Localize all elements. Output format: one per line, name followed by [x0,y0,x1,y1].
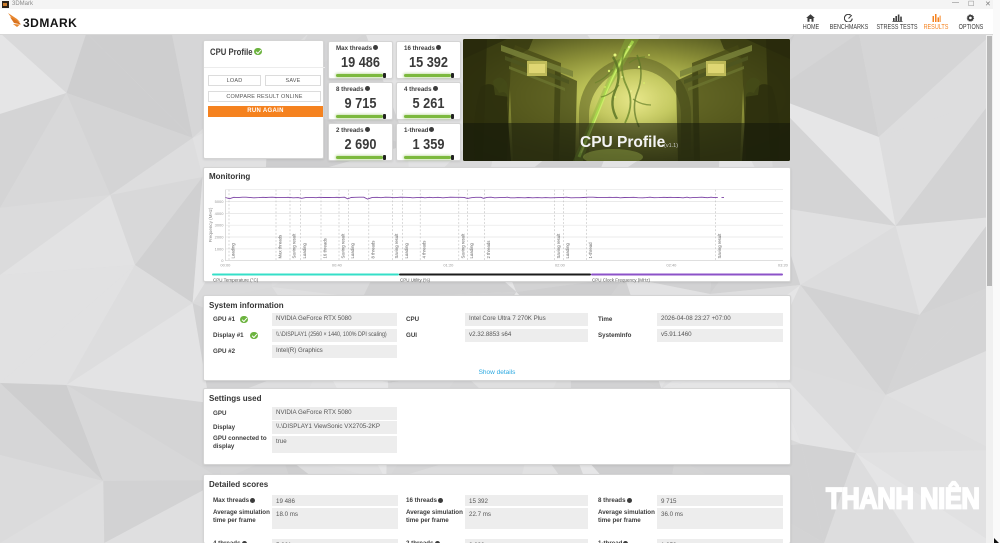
svg-text:Saving result: Saving result [341,233,346,259]
svg-text:1-thread: 1-thread [588,242,593,259]
svg-text:CPU Profile: CPU Profile [580,134,666,151]
svg-text:Saving result: Saving result [717,233,722,259]
svg-text:Loading: Loading [565,243,570,259]
svg-text:5000: 5000 [215,199,225,204]
svg-text:00:40: 00:40 [332,263,343,268]
svg-text:16 threads: 16 threads [323,238,328,258]
svg-text:Loading: Loading [404,243,409,259]
svg-text:Monitoring: Monitoring [209,172,250,181]
svg-text:Saving result: Saving result [556,233,561,259]
svg-text:Loading: Loading [231,243,236,259]
svg-text:Frequency (MHz): Frequency (MHz) [208,207,213,242]
svg-text:CPU Utility (%): CPU Utility (%) [400,278,431,283]
svg-text:Loading: Loading [469,243,474,259]
svg-text:4000: 4000 [215,211,225,216]
svg-text:2000: 2000 [215,235,225,240]
svg-text:3DMARK: 3DMARK [23,16,77,30]
svg-text:1000: 1000 [215,246,225,251]
svg-text:CPU Clock Frequency (MHz): CPU Clock Frequency (MHz) [592,278,651,283]
svg-text:Loading: Loading [302,243,307,259]
svg-text:8 threads: 8 threads [370,241,375,259]
svg-text:00:00: 00:00 [220,263,231,268]
svg-text:3000: 3000 [215,223,225,228]
svg-text:01:20: 01:20 [443,263,454,268]
svg-text:03:20: 03:20 [778,263,789,268]
svg-text:02:40: 02:40 [666,263,677,268]
svg-text:(v1.1): (v1.1) [664,143,678,149]
svg-text:CPU Temperature (°C): CPU Temperature (°C) [213,278,259,283]
svg-text:Loading: Loading [350,243,355,259]
svg-text:Max threads: Max threads [278,235,283,259]
svg-text:Saving result: Saving result [460,233,465,259]
svg-text:Saving result: Saving result [292,233,297,259]
svg-text:2 threads: 2 threads [486,241,491,259]
svg-text:Saving result: Saving result [394,233,399,259]
svg-text:4 threads: 4 threads [422,241,427,259]
svg-text:02:00: 02:00 [555,263,566,268]
